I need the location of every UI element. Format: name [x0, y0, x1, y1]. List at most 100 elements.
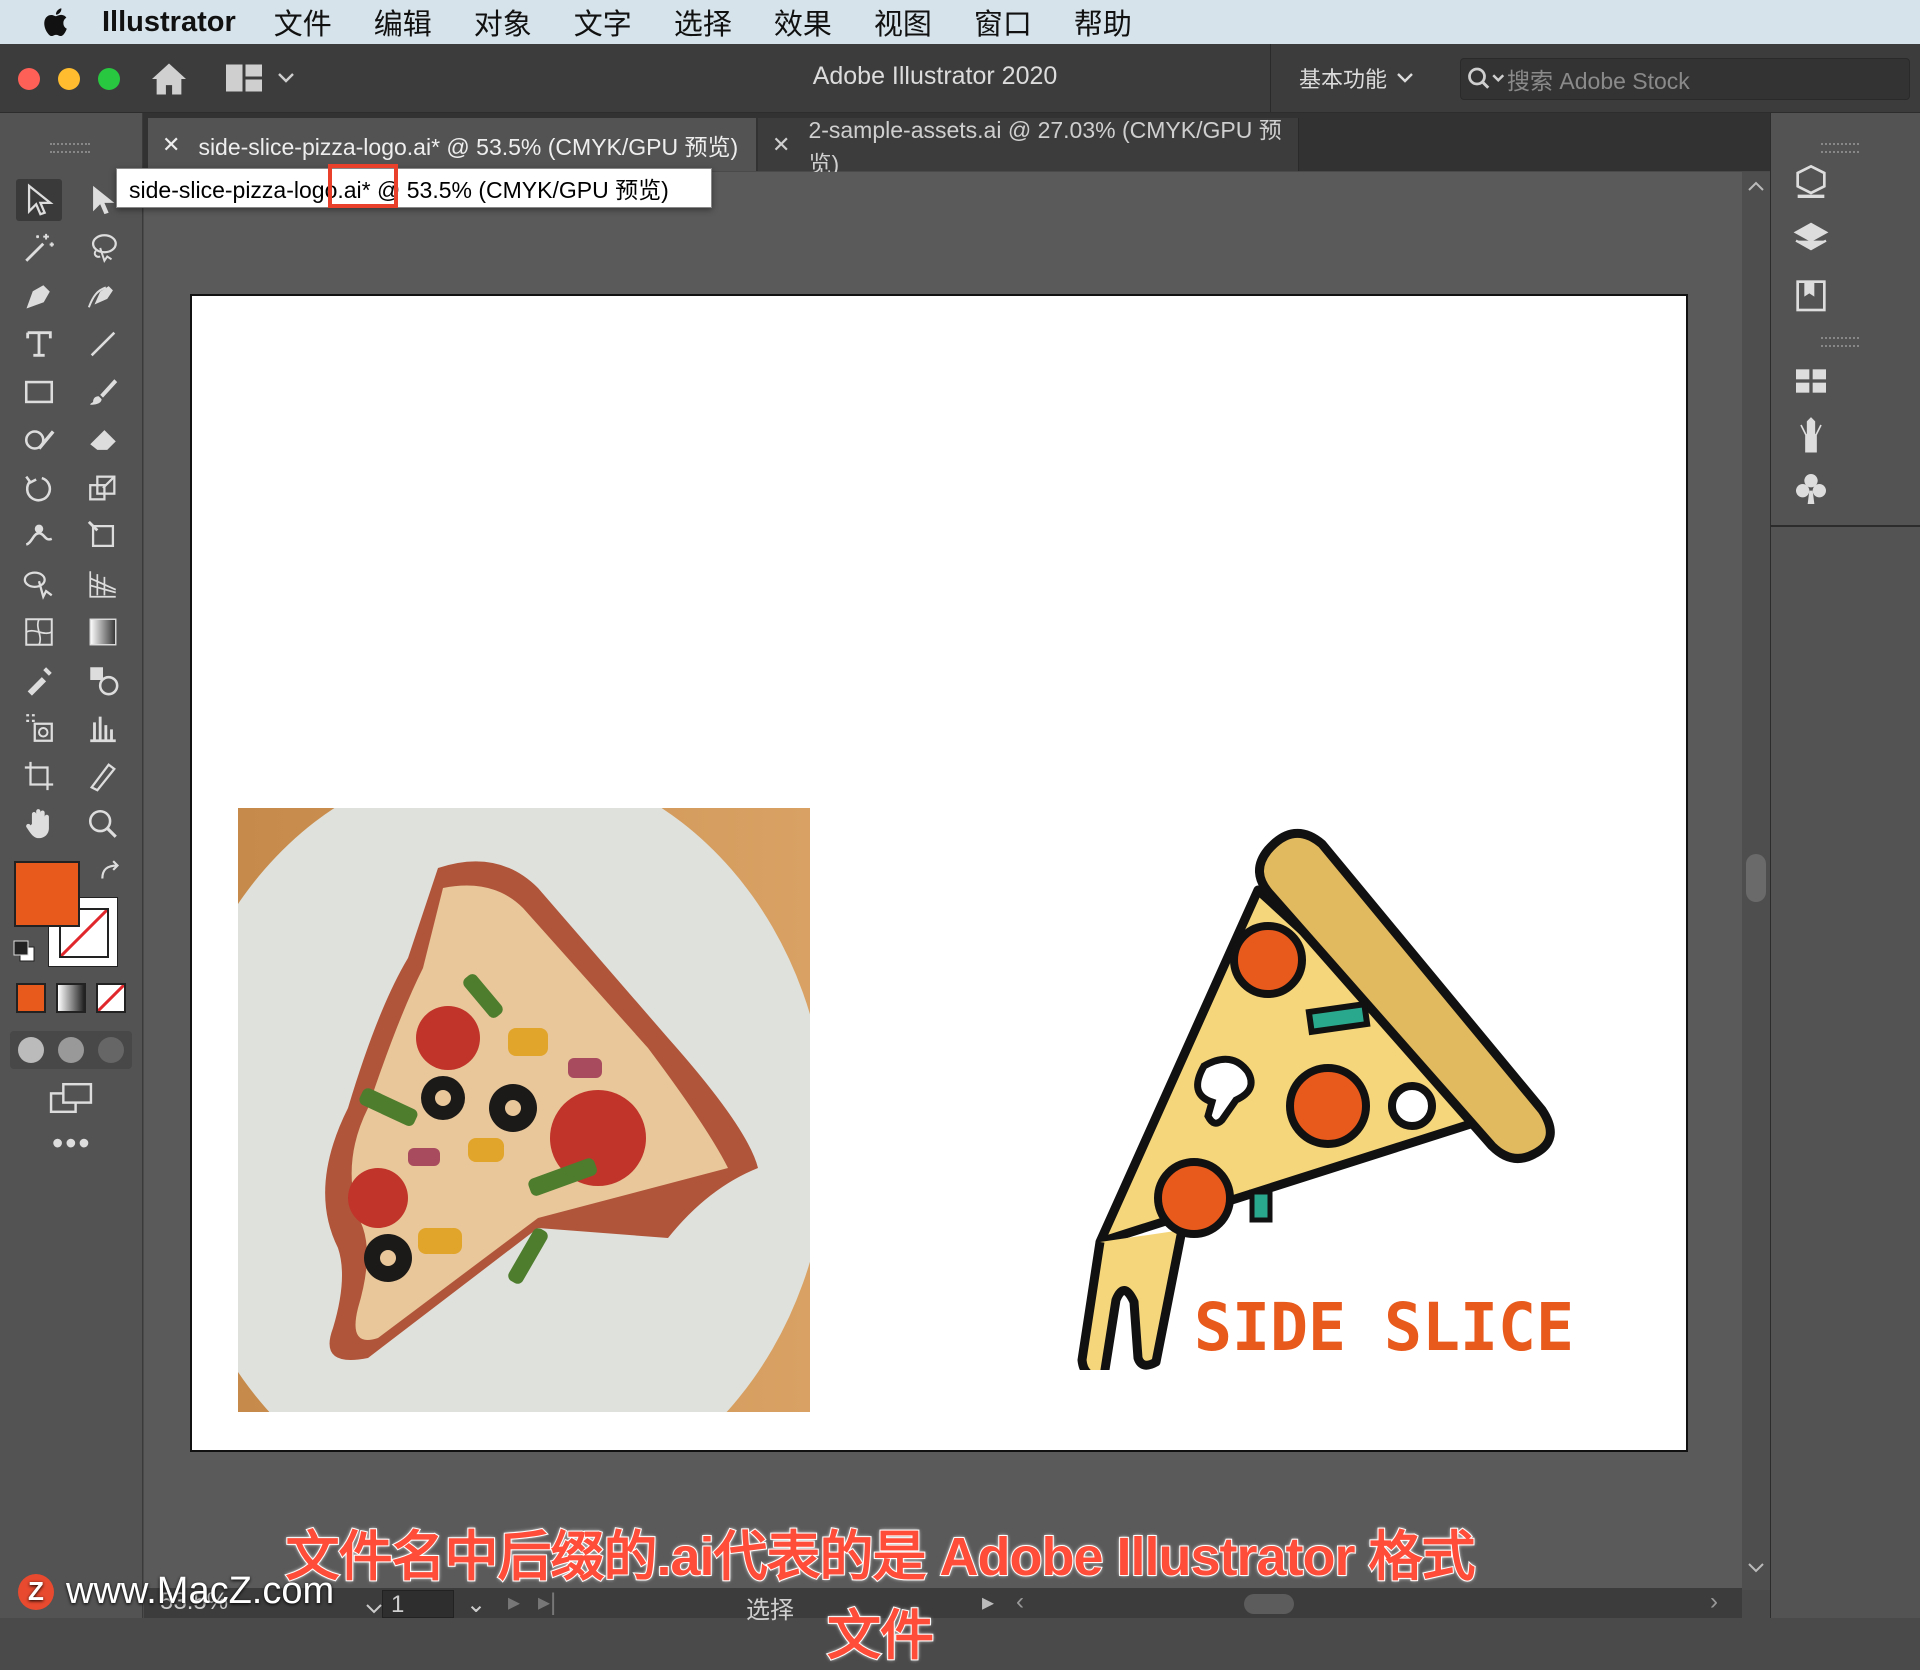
vertical-scrollbar[interactable]	[1742, 172, 1770, 1590]
none-mode-button[interactable]	[96, 983, 126, 1013]
shape-builder-icon	[23, 571, 53, 600]
menu-file[interactable]: 文件	[274, 1, 332, 43]
graph-icon	[90, 716, 116, 743]
panel-grip[interactable]	[1821, 337, 1859, 347]
tab-side-slice-pizza-logo[interactable]: ✕ side-slice-pizza-logo.ai* @ 53.5% (CMY…	[148, 118, 756, 171]
type-tool[interactable]	[16, 323, 62, 365]
perspective-grid-tool[interactable]	[80, 563, 126, 605]
swatches-icon[interactable]	[1791, 361, 1831, 401]
fill-swatch[interactable]	[14, 861, 80, 927]
draw-inside-icon[interactable]	[98, 1037, 124, 1063]
minimize-window-button[interactable]	[58, 68, 80, 90]
artboard-tool[interactable]	[16, 755, 62, 797]
curvature-tool[interactable]	[80, 275, 126, 317]
scroll-down-icon[interactable]	[1748, 1562, 1764, 1574]
menu-app-name[interactable]: Illustrator	[102, 6, 236, 39]
free-transform-tool[interactable]	[80, 515, 126, 557]
pen-tool[interactable]	[16, 275, 62, 317]
apple-icon[interactable]	[40, 5, 74, 39]
layout-icon[interactable]	[226, 64, 262, 92]
close-tab-icon[interactable]: ✕	[162, 132, 180, 158]
symbols-icon[interactable]	[1791, 469, 1831, 509]
zoom-tool[interactable]	[80, 803, 126, 845]
search-icon	[1468, 67, 1505, 89]
paintbrush-icon	[90, 379, 118, 405]
stock-search-field[interactable]: 搜索 Adobe Stock	[1460, 58, 1910, 100]
rectangle-icon	[24, 380, 54, 404]
menu-help[interactable]: 帮助	[1074, 1, 1132, 43]
warp-tool[interactable]	[16, 515, 62, 557]
watermark: Z www.MacZ.com	[18, 1570, 334, 1613]
slice-tool[interactable]	[80, 755, 126, 797]
symbol-sprayer-tool[interactable]	[16, 707, 62, 749]
rotate-tool[interactable]	[16, 467, 62, 509]
home-icon[interactable]	[150, 62, 188, 96]
blend-tool[interactable]	[80, 659, 126, 701]
color-mode-button[interactable]	[16, 983, 46, 1013]
menu-select[interactable]: 选择	[674, 1, 732, 43]
magic-wand-tool[interactable]	[16, 227, 62, 269]
curvature-icon	[87, 286, 113, 308]
zoom-window-button[interactable]	[98, 68, 120, 90]
tools-panel: •••	[0, 113, 143, 1618]
graph-tool[interactable]	[80, 707, 126, 749]
properties-icon[interactable]	[1791, 163, 1831, 203]
menu-object[interactable]: 对象	[474, 1, 532, 43]
brushes-icon[interactable]	[1791, 415, 1831, 455]
scroll-right-icon[interactable]: ›	[1710, 1588, 1718, 1616]
shape-builder-tool[interactable]	[16, 563, 62, 605]
menu-view[interactable]: 视图	[874, 1, 932, 43]
rotate-icon	[25, 475, 52, 502]
paintbrush-tool[interactable]	[80, 371, 126, 413]
default-fill-stroke-icon[interactable]	[12, 939, 36, 963]
panel-divider	[1771, 525, 1920, 527]
lasso-tool[interactable]	[80, 227, 126, 269]
eyedropper-tool[interactable]	[16, 659, 62, 701]
scale-icon	[89, 475, 116, 501]
workspace-label: 基本功能	[1298, 67, 1387, 92]
rectangle-tool[interactable]	[16, 371, 62, 413]
eyedropper-icon	[27, 667, 52, 696]
panel-grip[interactable]	[1821, 143, 1859, 153]
side-slice-logo[interactable]: SIDE SLICE	[1072, 810, 1584, 1370]
panel-grip[interactable]	[50, 143, 90, 153]
draw-normal-icon[interactable]	[18, 1037, 44, 1063]
close-window-button[interactable]	[18, 68, 40, 90]
tab-2-sample-assets[interactable]: ✕ 2-sample-assets.ai @ 27.03% (CMYK/GPU …	[758, 117, 1299, 177]
more-tools-icon[interactable]: •••	[52, 1125, 92, 1162]
selection-tool-icon	[27, 183, 54, 216]
gradient-tool[interactable]	[80, 611, 126, 653]
scroll-thumb[interactable]	[1746, 854, 1766, 902]
gradient-mode-button[interactable]	[56, 983, 86, 1013]
hand-tool[interactable]	[16, 803, 62, 845]
close-tab-icon[interactable]: ✕	[772, 132, 790, 158]
menu-effect[interactable]: 效果	[774, 1, 832, 43]
draw-modes	[10, 1031, 132, 1069]
stock-search-placeholder: 搜索 Adobe Stock	[1507, 68, 1690, 94]
mesh-tool[interactable]	[16, 611, 62, 653]
menu-type[interactable]: 文字	[574, 1, 632, 43]
chevron-down-icon	[1397, 73, 1413, 83]
lasso-icon	[91, 234, 117, 263]
selection-tool[interactable]	[16, 179, 62, 221]
swap-fill-stroke-icon[interactable]	[98, 859, 124, 885]
screen-mode-icon[interactable]	[48, 1081, 94, 1115]
mac-menubar: Illustrator 文件 编辑 对象 文字 选择 效果 视图 窗口 帮助	[0, 0, 1920, 44]
chevron-down-icon[interactable]	[278, 72, 294, 84]
tab-label: side-slice-pizza-logo.ai* @ 53.5% (CMYK/…	[198, 133, 739, 160]
workspace-switcher[interactable]: 基本功能	[1270, 44, 1441, 112]
layers-icon[interactable]	[1791, 219, 1831, 259]
pizza-photo[interactable]	[238, 808, 810, 1412]
menu-window[interactable]: 窗口	[974, 1, 1032, 43]
draw-behind-icon[interactable]	[58, 1037, 84, 1063]
menu-edit[interactable]: 编辑	[374, 1, 432, 43]
shaper-tool[interactable]	[16, 419, 62, 461]
shaper-icon	[24, 430, 55, 450]
scroll-up-icon[interactable]	[1748, 180, 1764, 192]
eraser-tool[interactable]	[80, 419, 126, 461]
scale-tool[interactable]	[80, 467, 126, 509]
libraries-icon[interactable]	[1791, 275, 1831, 315]
type-icon	[26, 331, 52, 357]
tab-tooltip: side-slice-pizza-logo.ai* @ 53.5% (CMYK/…	[116, 168, 712, 208]
line-tool[interactable]	[80, 323, 126, 365]
